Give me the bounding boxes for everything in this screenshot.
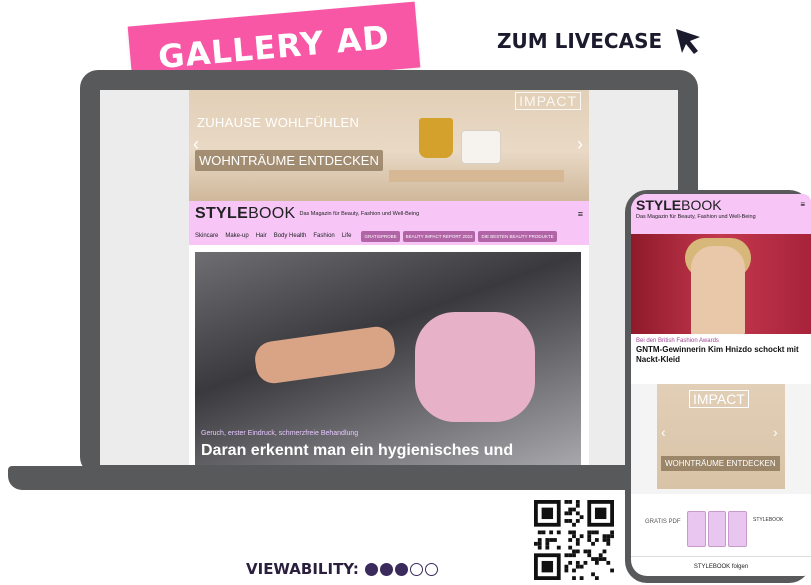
phone-site-tagline: Das Magazin für Beauty, Fashion und Well… <box>636 214 756 220</box>
qr-code-icon[interactable] <box>534 500 614 580</box>
stylebook-logo[interactable]: STYLEBOOK <box>195 205 296 223</box>
laptop-screen: IMPACT ZUHAUSE WOHLFÜHLEN WOHNTRÄUME ENT… <box>100 90 678 465</box>
follow-stylebook-link[interactable]: STYLEBOOK folgen <box>631 556 811 576</box>
ad-mug <box>419 118 453 158</box>
phone-article-image[interactable] <box>631 234 811 334</box>
laptop-base <box>8 466 628 490</box>
phone-ad-cta-button[interactable]: WOHNTRÄUME ENTDECKEN <box>661 456 780 471</box>
phone-image-person <box>691 246 745 334</box>
phone-gallery-next-arrow-icon[interactable]: › <box>773 424 778 440</box>
phone-gallery-prev-arrow-icon[interactable]: ‹ <box>661 424 666 440</box>
promo-report-covers <box>687 511 748 547</box>
gallery-next-arrow-icon[interactable]: › <box>577 134 583 155</box>
phone-hamburger-menu-icon[interactable]: ≡ <box>800 200 805 209</box>
cursor-arrow-icon <box>676 29 701 54</box>
article-image-glove <box>415 312 535 422</box>
viewability-rating: VIEWABILITY: <box>246 560 438 578</box>
nav-item-fashion[interactable]: Fashion <box>313 233 334 239</box>
viewability-dot-empty <box>424 562 438 576</box>
promo-label: GRATIS PDF <box>645 519 681 525</box>
viewability-label: VIEWABILITY: <box>246 560 359 578</box>
nav-item-life[interactable]: Life <box>342 233 352 239</box>
livecase-label: ZUM LIVECASE <box>497 29 663 53</box>
viewability-dot-filled <box>394 562 408 576</box>
phone-article-kicker: Bei den British Fashion Awards <box>636 338 719 344</box>
phone-impact-logo: IMPACT <box>689 390 749 408</box>
viewability-dot-filled <box>379 562 393 576</box>
nav-pill-3[interactable]: DIE BESTEN BEAUTY PRODUKTE <box>478 230 557 242</box>
phone-screen: STYLEBOOK Das Magazin für Beauty, Fashio… <box>631 194 811 576</box>
livecase-link[interactable]: ZUM LIVECASE <box>497 25 704 57</box>
site-header: STYLEBOOK Das Magazin für Beauty, Fashio… <box>189 201 589 245</box>
nav-item-skincare[interactable]: Skincare <box>195 233 218 239</box>
site-tagline: Das Magazin für Beauty, Fashion und Well… <box>299 211 420 217</box>
gallery-ad-slot[interactable]: IMPACT ZUHAUSE WOHLFÜHLEN WOHNTRÄUME ENT… <box>189 90 589 201</box>
phone-promo-banner[interactable]: GRATIS PDF STYLEBOOK <box>631 507 811 553</box>
phone-stylebook-logo[interactable]: STYLEBOOK <box>636 197 806 213</box>
nav-item-make-up[interactable]: Make-up <box>225 233 248 239</box>
ad-headline: ZUHAUSE WOHLFÜHLEN <box>197 115 360 130</box>
article-kicker: Geruch, erster Eindruck, schmerzfreie Be… <box>201 430 359 437</box>
ad-cta-button[interactable]: WOHNTRÄUME ENTDECKEN <box>195 150 383 171</box>
ad-shelf <box>389 170 564 182</box>
gallery-prev-arrow-icon[interactable]: ‹ <box>193 134 199 155</box>
stylebook-desktop-page: IMPACT ZUHAUSE WOHLFÜHLEN WOHNTRÄUME ENT… <box>189 90 589 465</box>
viewability-dot-empty <box>409 562 423 576</box>
viewability-dot-filled <box>364 562 378 576</box>
article-headline[interactable]: Daran erkennt man ein hygienisches und <box>201 442 513 460</box>
viewability-dots <box>364 562 438 576</box>
impact-logo: IMPACT <box>515 92 581 110</box>
hamburger-menu-icon[interactable]: ≡ <box>578 209 583 219</box>
category-nav: Skincare Make-up Hair Body Health Fashion Lif… <box>195 227 583 245</box>
phone-site-header: STYLEBOOK Das Magazin für Beauty, Fashio… <box>631 194 811 234</box>
nav-item-hair[interactable]: Hair <box>256 233 267 239</box>
article-teaser[interactable]: Geruch, erster Eindruck, schmerzfreie Be… <box>195 252 581 465</box>
ad-candle <box>461 130 501 164</box>
nav-pill-1[interactable]: GRATISPROBE <box>361 230 400 242</box>
nav-item-body-health[interactable]: Body Health <box>274 233 307 239</box>
nav-pill-2[interactable]: BEAUTY IMPACT REPORT 2023 <box>402 230 476 242</box>
phone-gallery-ad-slot[interactable]: IMPACT WOHNTRÄUME ENTDECKEN ‹ › <box>631 384 811 494</box>
phone-article-headline[interactable]: GNTM-Gewinnerin Kim Hnizdo schockt mit N… <box>631 345 811 365</box>
promo-logo: STYLEBOOK <box>753 517 784 523</box>
